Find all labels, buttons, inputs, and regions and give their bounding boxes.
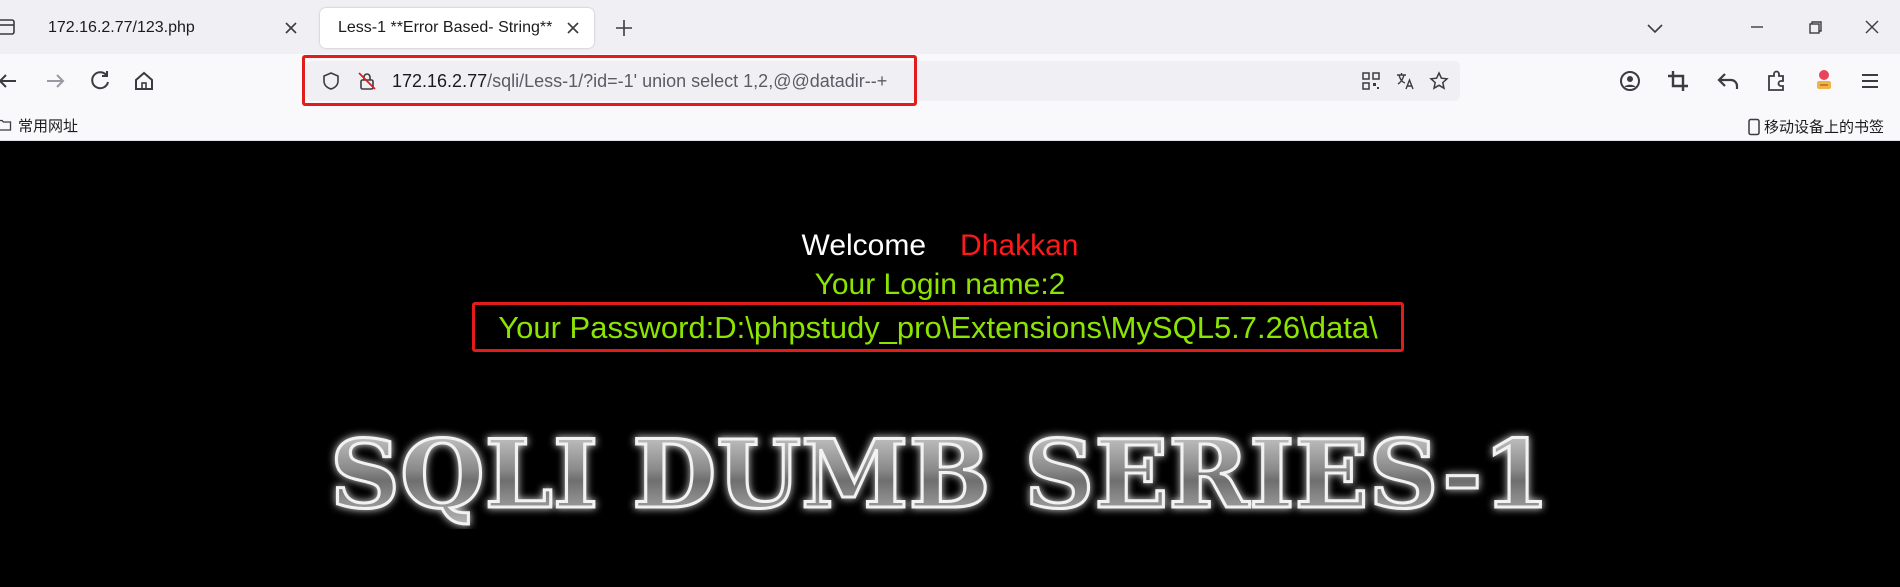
welcome-word: Welcome <box>801 229 927 262</box>
bookmarks-toolbar: 常用网址 移动设备上的书签 <box>0 108 1900 141</box>
password-highlight-box: Your Password:D:\phpstudy_pro\Extensions… <box>472 302 1404 352</box>
mobile-bookmarks-label: 移动设备上的书签 <box>1763 119 1884 136</box>
page-content: Welcome Dhakkan Your Login name:2 Your Pa… <box>0 141 1900 587</box>
translate-icon[interactable] <box>1394 70 1416 92</box>
close-window-icon[interactable] <box>1857 12 1887 42</box>
welcome-name: Dhakkan <box>960 229 1079 262</box>
login-name-line: Your Login name:2 <box>814 268 1066 301</box>
home-icon[interactable] <box>128 65 160 97</box>
bookmark-star-icon[interactable] <box>1428 70 1450 92</box>
undo-icon[interactable] <box>1712 65 1744 97</box>
crop-icon[interactable] <box>1662 65 1694 97</box>
tab-list-icon[interactable] <box>0 18 16 36</box>
back-arrow-icon[interactable] <box>0 65 24 97</box>
navigation-bar: 172.16.2.77/sqli/Less-1/?id=-1' union se… <box>0 54 1900 108</box>
new-tab-plus-icon[interactable] <box>611 15 637 41</box>
close-icon[interactable] <box>280 17 302 39</box>
folder-icon <box>0 119 12 131</box>
sqli-dumb-series-banner: SQLI DUMB SERIES-1 <box>320 419 1560 532</box>
password-line: Your Password:D:\phpstudy_pro\Extensions… <box>498 310 1378 345</box>
welcome-line: Welcome Dhakkan <box>0 229 1880 263</box>
forward-arrow-icon[interactable] <box>39 65 71 97</box>
restore-icon[interactable] <box>1800 12 1830 42</box>
reload-icon[interactable] <box>84 65 116 97</box>
minimize-icon[interactable] <box>1742 12 1772 42</box>
banner-text: SQLI DUMB SERIES-1 <box>330 420 1550 529</box>
tab-less-1[interactable]: Less-1 **Error Based- String** <box>320 8 594 48</box>
tab-title: 172.16.2.77/123.php <box>48 19 195 36</box>
tab-title: Less-1 **Error Based- String** <box>338 19 553 36</box>
bookmark-folder-label: 常用网址 <box>18 117 79 135</box>
url-highlight-box <box>302 55 917 106</box>
qr-code-icon[interactable] <box>1360 70 1382 92</box>
close-icon[interactable] <box>562 17 584 39</box>
extensions-puzzle-icon[interactable] <box>1760 65 1792 97</box>
account-icon[interactable] <box>1614 65 1646 97</box>
bookmark-folder-common-sites[interactable]: 常用网址 <box>0 116 79 135</box>
mobile-bookmarks[interactable]: 移动设备上的书签 <box>1747 116 1884 137</box>
tab-123-php[interactable]: 172.16.2.77/123.php <box>30 8 312 48</box>
chevron-down-icon[interactable] <box>1642 15 1668 41</box>
menu-hamburger-icon[interactable] <box>1854 65 1886 97</box>
extension-avatar-icon[interactable] <box>1808 65 1840 97</box>
tab-strip: 172.16.2.77/123.php Less-1 **Error Based… <box>0 0 1900 54</box>
mobile-device-icon <box>1748 118 1760 135</box>
